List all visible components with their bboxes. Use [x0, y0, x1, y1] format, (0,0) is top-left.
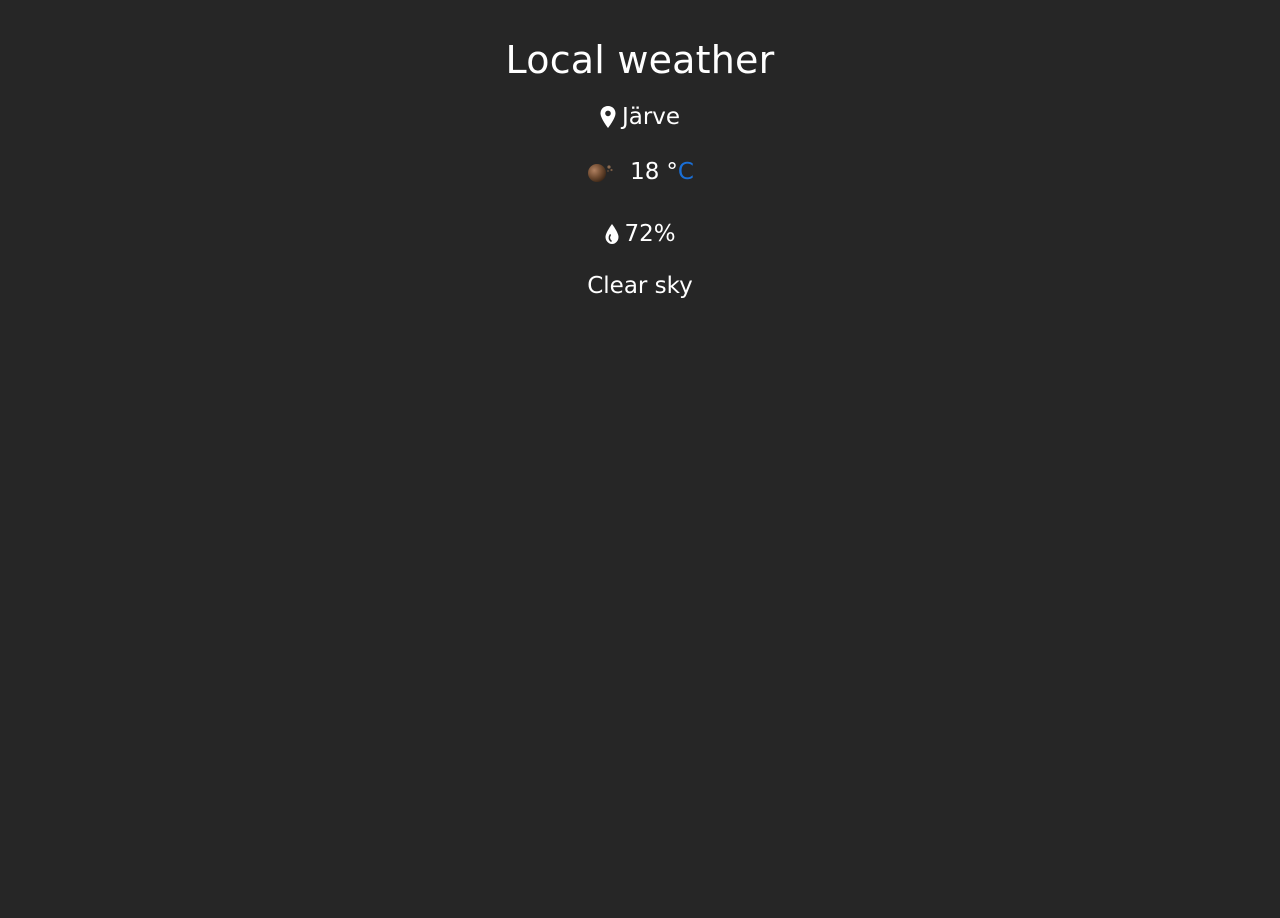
degree-symbol: ° [666, 159, 678, 185]
water-drop-icon [604, 223, 620, 245]
page-title: Local weather [505, 38, 775, 82]
humidity-row: 72% [0, 219, 1280, 249]
location-row: Järve [0, 102, 1280, 132]
location-name: Järve [621, 104, 681, 130]
weather-condition-icon [586, 161, 614, 183]
unit-toggle-button[interactable]: C [678, 157, 694, 187]
humidity-value: 72% [624, 221, 676, 247]
temperature-row: 18 ° C [0, 157, 1280, 187]
weather-description: Clear sky [587, 273, 693, 299]
map-pin-icon [600, 106, 616, 128]
temperature-value: 18 [630, 159, 660, 185]
weather-app: Local weather Järve 18 ° C 72% Clear sky [0, 0, 1280, 918]
